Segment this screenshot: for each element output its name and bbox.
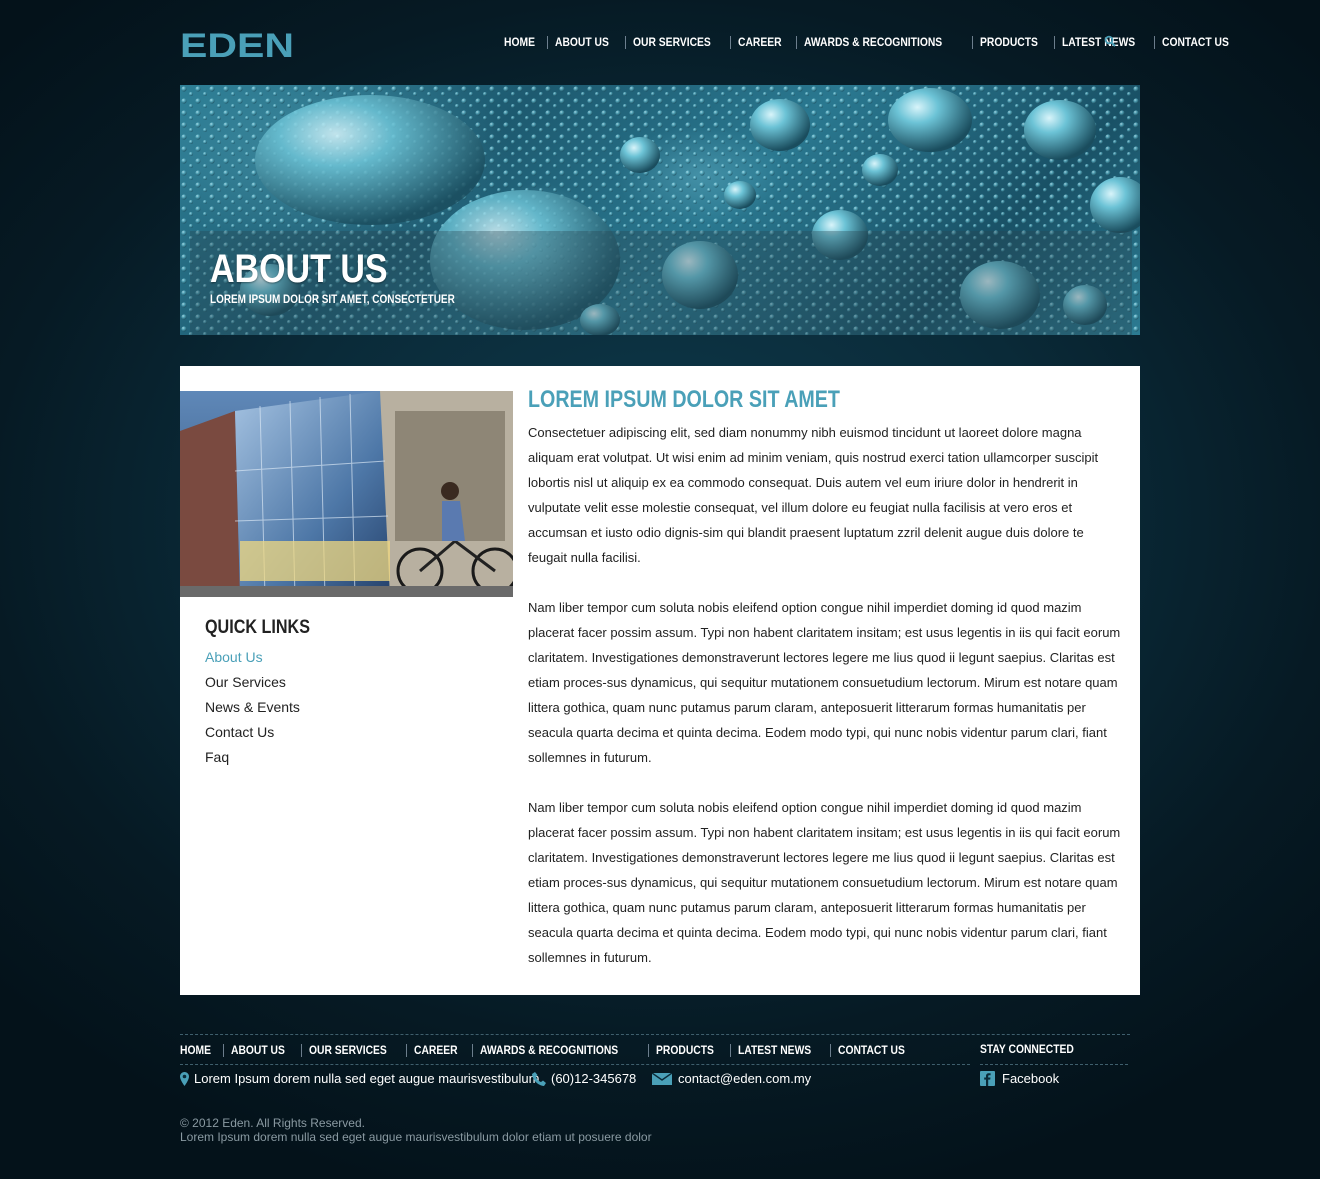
footer-divider — [180, 1064, 970, 1065]
nav-divider — [647, 1043, 649, 1057]
eden-logo[interactable]: EDEN — [180, 30, 295, 58]
main-nav: HOME ABOUT US OUR SERVICES CAREER AWARDS… — [504, 34, 1240, 50]
footer-divider — [180, 1034, 1130, 1035]
phone-icon — [532, 1071, 546, 1086]
mail-icon — [652, 1072, 672, 1085]
article-paragraph: Consectetuer adipiscing elit, sed diam n… — [528, 425, 1099, 565]
nav-divider — [624, 35, 626, 49]
nav-divider — [300, 1043, 302, 1057]
storefront-photo — [180, 391, 513, 597]
nav-divider — [547, 35, 548, 49]
facebook-text[interactable]: Facebook — [1002, 1071, 1059, 1086]
copyright-text: © 2012 Eden. All Rights Reserved. — [180, 1116, 365, 1130]
article-paragraph: Nam liber tempor cum soluta nobis eleife… — [528, 600, 1121, 765]
nav-divider — [223, 1043, 224, 1057]
stay-connected-heading: STAY CONNECTED — [980, 1042, 1074, 1056]
page-subtitle: LOREM IPSUM DOLOR SIT AMET, CONSECTETUER — [210, 292, 455, 306]
footer-nav-about-us[interactable]: ABOUT US — [231, 1043, 285, 1057]
nav-divider — [1153, 35, 1155, 49]
article-paragraph: Nam liber tempor cum soluta nobis eleife… — [528, 800, 1121, 965]
address-text: Lorem Ipsum dorem nulla sed eget augue m… — [194, 1071, 540, 1086]
nav-products[interactable]: PRODUCTS — [980, 35, 1038, 49]
nav-career[interactable]: CAREER — [738, 35, 782, 49]
quick-links-list: About Us Our Services News & Events Cont… — [205, 645, 300, 770]
quick-link-news-events[interactable]: News & Events — [205, 695, 300, 720]
nav-about-us[interactable]: ABOUT US — [555, 35, 609, 49]
article: LOREM IPSUM DOLOR SIT AMET Consectetuer … — [528, 386, 1124, 995]
footer-nav-our-services[interactable]: OUR SERVICES — [309, 1043, 387, 1057]
main-content-panel: QUICK LINKS About Us Our Services News &… — [180, 366, 1140, 995]
footer-nav-contact-us[interactable]: CONTACT US — [838, 1043, 905, 1057]
nav-divider — [729, 1043, 731, 1057]
footer-nav-latest-news[interactable]: LATEST NEWS — [738, 1043, 811, 1057]
footer-nav-products[interactable]: PRODUCTS — [656, 1043, 714, 1057]
phone-text: (60)12-345678 — [551, 1071, 637, 1086]
page-title: ABOUT US — [210, 247, 388, 291]
nav-contact-us[interactable]: CONTACT US — [1162, 35, 1229, 49]
nav-divider — [471, 1043, 473, 1057]
nav-divider — [971, 35, 973, 49]
quick-link-faq[interactable]: Faq — [205, 745, 300, 770]
nav-awards[interactable]: AWARDS & RECOGNITIONS — [804, 35, 942, 49]
quick-link-our-services[interactable]: Our Services — [205, 670, 300, 695]
article-heading: LOREM IPSUM DOLOR SIT AMET — [528, 386, 840, 413]
nav-divider — [730, 35, 732, 49]
footer-nav-career[interactable]: CAREER — [414, 1043, 458, 1057]
footer-nav-home[interactable]: HOME — [180, 1043, 211, 1057]
footer-nav: HOME ABOUT US OUR SERVICES CAREER AWARDS… — [180, 1042, 916, 1058]
search-icon[interactable] — [1104, 35, 1116, 47]
footer-divider — [980, 1064, 1128, 1065]
footer-address: Lorem Ipsum dorem nulla sed eget augue m… — [180, 1071, 539, 1086]
nav-divider — [1053, 35, 1055, 49]
nav-our-services[interactable]: OUR SERVICES — [633, 35, 711, 49]
nav-divider — [829, 1043, 831, 1057]
svg-text:EDEN: EDEN — [180, 30, 294, 58]
quick-link-contact-us[interactable]: Contact Us — [205, 720, 300, 745]
copyright-block: © 2012 Eden. All Rights Reserved. Lorem … — [180, 1116, 652, 1144]
location-pin-icon — [180, 1071, 189, 1086]
nav-latest-news[interactable]: LATEST NEWS — [1062, 35, 1135, 49]
email-text[interactable]: contact@eden.com.my — [678, 1071, 811, 1086]
footer-nav-awards[interactable]: AWARDS & RECOGNITIONS — [480, 1043, 618, 1057]
footer-email[interactable]: contact@eden.com.my — [652, 1071, 811, 1086]
facebook-link[interactable]: Facebook — [980, 1071, 1059, 1086]
quick-link-about-us[interactable]: About Us — [205, 645, 300, 670]
quick-links-title: QUICK LINKS — [205, 617, 310, 638]
nav-home[interactable]: HOME — [504, 35, 535, 49]
nav-divider — [406, 1043, 408, 1057]
footer-tagline: Lorem Ipsum dorem nulla sed eget augue m… — [180, 1130, 652, 1144]
nav-divider — [795, 35, 797, 49]
hero-banner: ABOUT US LOREM IPSUM DOLOR SIT AMET, CON… — [180, 85, 1140, 335]
facebook-icon — [980, 1071, 995, 1086]
footer-phone: (60)12-345678 — [532, 1071, 636, 1086]
